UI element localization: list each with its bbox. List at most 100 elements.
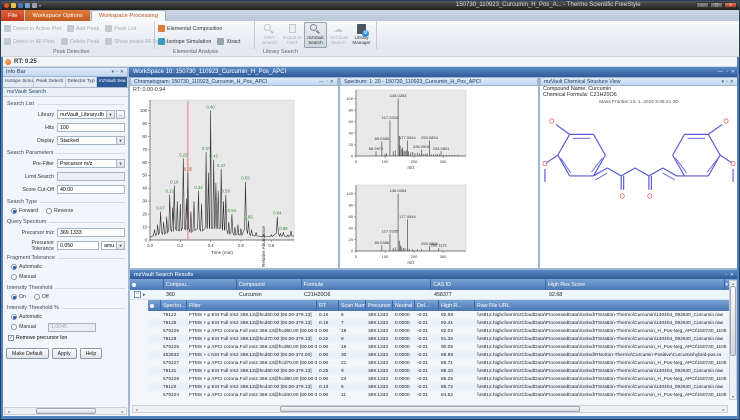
column-del-[interactable]: Del...	[415, 300, 439, 311]
radio-automatic[interactable]: Automatic	[11, 264, 42, 270]
table-row[interactable]: 579224 FTMS + p APCI corona Full ms2 369.…	[148, 391, 738, 399]
column-scan-number[interactable]: Scan Number	[339, 300, 366, 311]
table-row[interactable]: 579228 FTMS + p APCI corona Full ms2 369.…	[148, 375, 738, 383]
results-group-row[interactable]: − ▸ 360 Curcumin C21H20O6 458377 92.68	[130, 290, 738, 300]
radio-icon[interactable]	[11, 274, 17, 280]
pin-icon[interactable]	[150, 303, 154, 308]
column-filter[interactable]: Filter	[187, 300, 317, 311]
qat-dropdown-icon[interactable]: ▾	[39, 3, 41, 8]
radio-icon[interactable]	[33, 294, 40, 300]
info-bar-pin-icon[interactable]: ▫	[116, 69, 118, 75]
column-precursor-m-z[interactable]: Precursor m/z	[366, 300, 393, 311]
mzvault-search-button[interactable]: mzVault Search	[304, 22, 327, 48]
spectrum-query-plot[interactable]: 0204060801000 100 200 300m/z68.997189.03851…	[340, 86, 538, 176]
radio-icon[interactable]	[46, 208, 53, 214]
radio-icon[interactable]	[11, 324, 17, 330]
save-all-icon[interactable]	[25, 3, 30, 8]
info-bar-tab-peak-detecti[interactable]: Peak Detecti	[34, 77, 66, 87]
library-manager-button[interactable]: ⚙ Library Manager	[350, 22, 373, 48]
info-bar-tab-isotope-simu[interactable]: Isotope Simu	[3, 77, 35, 87]
table-row[interactable]: 79128 FTMS + p ESI Full ms2 369.13@hcd70.…	[148, 335, 738, 343]
results-hscrollbar[interactable]: ◂ ▸	[132, 405, 728, 413]
scroll-right-icon[interactable]: ▸	[119, 409, 126, 414]
help-button[interactable]: Help	[79, 348, 103, 359]
outer-column-formula[interactable]: Formula	[302, 279, 432, 290]
score-cut-off-field[interactable]: 40.00	[57, 185, 125, 194]
scroll-right-icon[interactable]: ▸	[720, 407, 727, 412]
browse-button[interactable]: ...	[116, 110, 125, 119]
radio-icon[interactable]	[11, 314, 17, 320]
column-spectru-[interactable]: Spectru...	[161, 300, 187, 311]
radio-icon[interactable]	[11, 208, 17, 214]
precursor-m-z-field[interactable]: 369.1333	[57, 228, 125, 237]
make-default-button[interactable]: Make Default	[6, 348, 49, 359]
spectrum-library-plot[interactable]: 0 20 40 60 80 100 0 100 200 300 m/z 89.0386 117.0335…	[340, 181, 538, 271]
tab-workspace-processing[interactable]: Workspace Processing	[90, 10, 167, 21]
close-button[interactable]: ✕	[724, 2, 737, 8]
library-select[interactable]: mzVault_Library.db ▼	[57, 110, 115, 119]
chromatogram-minimize-icon[interactable]: —	[319, 79, 324, 85]
collapse-group-icon[interactable]: −	[134, 291, 141, 298]
chromatogram-plot[interactable]: 0 10 20 30 40 50 60 70 80 90 100 0.0 0.2 0.4 0.6 0.8 Tim…	[130, 94, 338, 258]
results-filter-dropdown-icon[interactable]: ▾	[725, 282, 728, 288]
results-close-icon[interactable]: ✕	[730, 272, 734, 278]
apply-button[interactable]: Apply	[51, 348, 77, 359]
elemental-composition-button[interactable]: Elemental Composition	[158, 25, 222, 32]
outer-column-cas-id[interactable]: CAS ID	[431, 279, 546, 290]
chevron-down-icon[interactable]: ▼	[116, 242, 124, 249]
column-neutral-mass[interactable]: Neutral Mass	[393, 300, 415, 311]
column-raw-file-url[interactable]: Raw File URL	[475, 300, 737, 311]
pin-icon[interactable]	[132, 282, 136, 287]
radio-icon[interactable]	[11, 294, 17, 300]
info-bar-tab-mzvault-sea[interactable]: mzVault Sea	[96, 77, 128, 87]
scroll-down-icon[interactable]: ▾	[730, 394, 737, 399]
isotope-simulation-button[interactable]: Isotope Simulation	[158, 38, 211, 45]
maximize-button[interactable]: ▢	[710, 2, 723, 8]
chevron-down-icon[interactable]: ▼	[116, 160, 124, 167]
radio-icon[interactable]	[11, 264, 17, 270]
save-icon[interactable]	[18, 3, 23, 8]
table-row[interactable]: 79122 FTMS + p ESI Full ms2 369.13@hcd50.…	[148, 311, 738, 319]
chevron-down-icon[interactable]: ▼	[116, 137, 124, 144]
open-folder-icon[interactable]	[11, 3, 16, 8]
radio-reverse[interactable]: Reverse	[46, 208, 73, 214]
outer-column-compou-[interactable]: Compou...	[164, 279, 237, 290]
table-row[interactable]: 579227 FTMS + p APCI corona Full ms2 369.…	[148, 359, 738, 367]
chevron-down-icon[interactable]: ▼	[106, 111, 114, 118]
pre-filter-select[interactable]: Precursor m/z ▼	[57, 159, 125, 168]
workspace-minimize-icon[interactable]: —	[718, 69, 723, 75]
info-bar-tab-detector-typ[interactable]: Detector Typ	[66, 77, 97, 87]
table-row[interactable]: 79119 FTMS + p ESI Full ms2 369.13@hcd40.…	[148, 383, 738, 391]
precursor-tolerance-field[interactable]: 0.050	[57, 241, 99, 250]
scroll-left-icon[interactable]: ◂	[5, 409, 12, 414]
display-select[interactable]: Stacked ▼	[57, 136, 125, 145]
radio-off[interactable]: Off	[33, 294, 49, 300]
cut-icon[interactable]	[32, 3, 37, 8]
radio-automatic[interactable]: Automatic	[11, 314, 42, 320]
radio-manual[interactable]: Manual	[11, 274, 36, 280]
info-bar-hscrollbar[interactable]: ◂ ▸	[4, 407, 127, 415]
row-selector-icon[interactable]: ▸	[143, 292, 146, 298]
chromatogram-close-icon[interactable]: ✕	[330, 79, 334, 85]
workspace-restore-icon[interactable]: ▫	[726, 69, 728, 75]
table-row[interactable]: 579226 FTMS + p APCI corona Full ms2 369.…	[148, 327, 738, 335]
results-vscrollbar[interactable]: ▴ ▾	[729, 280, 737, 400]
remove-precursor-checkbox[interactable]: ✓	[8, 335, 14, 341]
scroll-left-icon[interactable]: ◂	[133, 407, 140, 412]
outer-column-high-res-score[interactable]: High Res Score	[546, 279, 726, 290]
table-row[interactable]: 452632 FTMS + c NSI Full ms2 369.13@hcd60…	[148, 351, 738, 359]
structure-pin-icon[interactable]: ▫	[726, 79, 728, 85]
chromatogram-pin-icon[interactable]: ▫	[326, 79, 328, 85]
column-rt[interactable]: RT	[317, 300, 339, 311]
info-bar-close-icon[interactable]: ✕	[120, 69, 124, 75]
tab-workspace-options[interactable]: Workspace Options	[25, 10, 90, 21]
unit-select[interactable]: amu ▼	[101, 241, 125, 250]
minimize-button[interactable]: —	[696, 2, 709, 8]
structure-dropdown-icon[interactable]: ▾	[722, 79, 725, 85]
tab-file[interactable]: File	[1, 10, 25, 21]
table-row[interactable]: 79131 FTMS + p ESI Full ms2 369.13@hcd80.…	[148, 367, 738, 375]
radio-forward[interactable]: Forward	[11, 208, 38, 214]
column-high-r-[interactable]: High R...	[439, 300, 475, 311]
radio-on[interactable]: On	[11, 294, 26, 300]
results-pin-icon[interactable]: ▫	[725, 272, 727, 278]
